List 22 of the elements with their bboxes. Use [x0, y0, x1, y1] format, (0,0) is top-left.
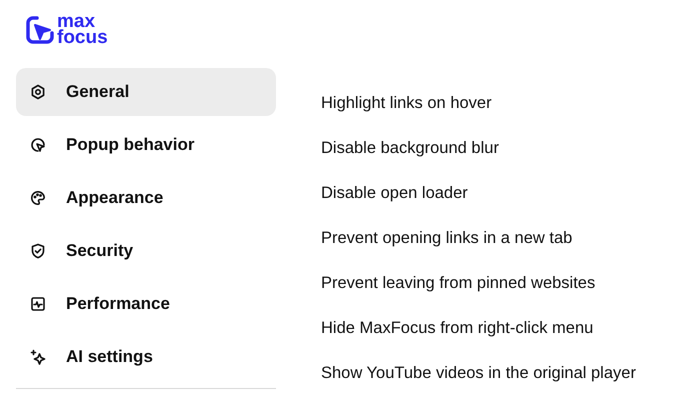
setting-label: Disable background blur	[321, 139, 500, 159]
logo-text: focus	[57, 30, 108, 46]
sidebar-item[interactable]: Security	[16, 227, 276, 275]
pulse-icon	[30, 296, 46, 312]
sidebar-item[interactable]: Performance	[16, 280, 276, 328]
setting-label: Show YouTube videos in the original player	[321, 364, 636, 384]
setting-label: Disable open loader	[321, 184, 469, 204]
logo-icon	[25, 15, 55, 45]
gear-icon	[30, 84, 46, 100]
sparkle-icon	[30, 349, 46, 365]
sidebar-item[interactable]: Appearance	[16, 174, 276, 222]
setting-label: Prevent leaving from pinned websites	[321, 274, 596, 294]
setting-label: Highlight links on hover	[321, 94, 493, 114]
cursor-icon	[30, 137, 46, 153]
setting-label: Prevent opening links in a new tab	[321, 229, 574, 249]
sidebar-item[interactable]: General	[16, 68, 276, 116]
palette-icon	[30, 190, 46, 206]
shield-icon	[30, 243, 46, 259]
logo-text: max	[57, 14, 96, 30]
sidebar-item[interactable]: AI settings	[16, 333, 276, 381]
sidebar-item[interactable]: Popup behavior	[16, 121, 276, 169]
setting-label: Hide MaxFocus from right-click menu	[321, 319, 594, 339]
